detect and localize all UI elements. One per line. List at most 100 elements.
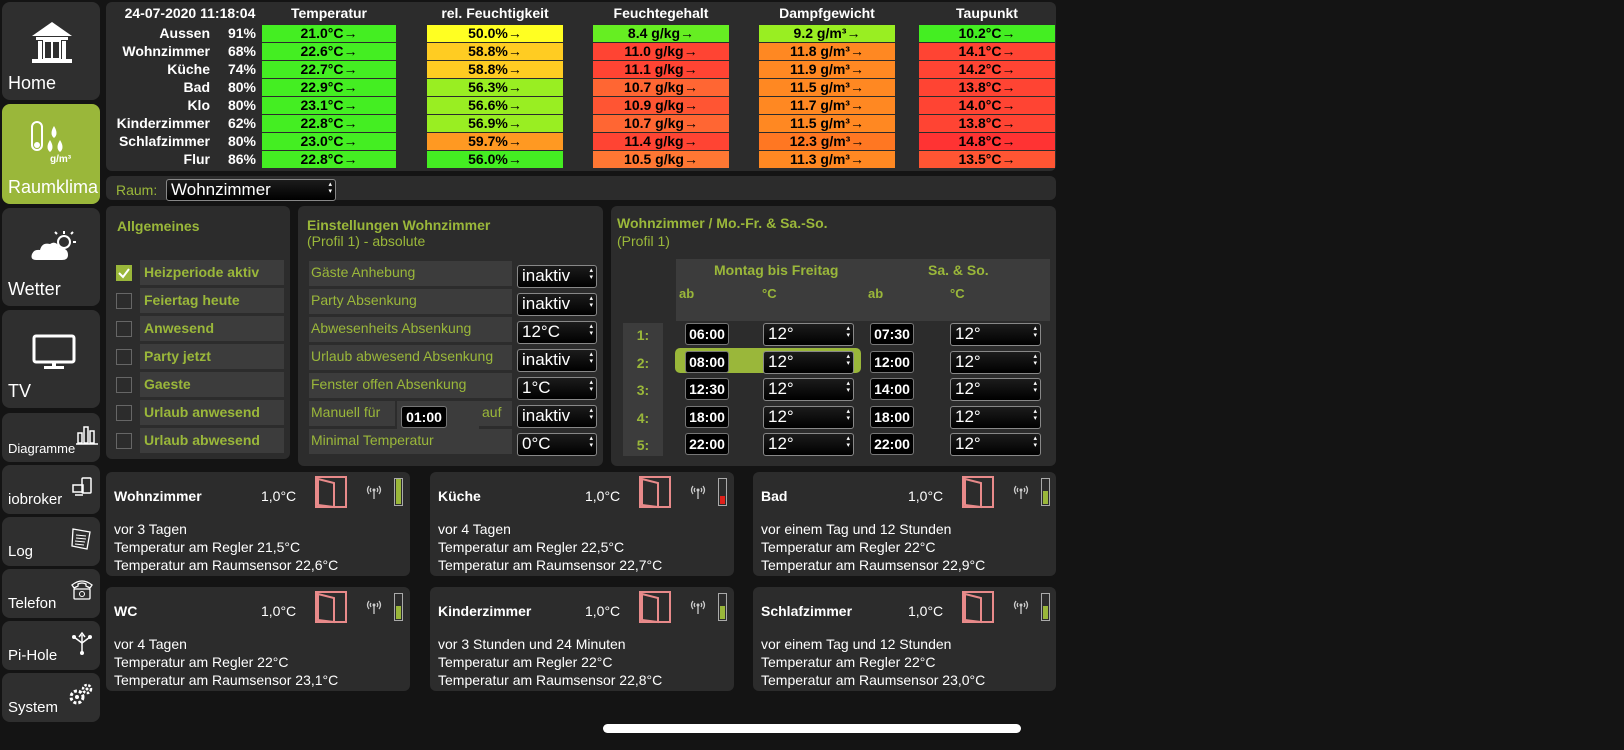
checkbox[interactable] — [116, 405, 132, 421]
setting-select[interactable]: 1°C — [517, 377, 597, 400]
schedule-row-number: 3: — [636, 382, 650, 398]
weekend-time-input[interactable]: 12:00 — [870, 350, 914, 373]
weekday-temp-select[interactable]: 12° — [763, 323, 854, 346]
checkbox[interactable] — [116, 321, 132, 337]
row-room-name: Aussen — [159, 25, 210, 41]
nav-raumklima[interactable]: g/m³ Raumklima — [2, 104, 100, 204]
nav-telefon[interactable]: Telefon — [2, 569, 100, 618]
cell-temp: 23.1°C→ — [262, 97, 396, 114]
nav-pihole[interactable]: Pi-Hole — [2, 621, 100, 670]
setting-select[interactable]: 12°C — [517, 321, 597, 344]
setting-select[interactable]: inaktiv — [517, 293, 597, 316]
card-last-update: vor 4 Tagen — [114, 636, 187, 652]
nav-iobroker[interactable]: iobroker — [2, 465, 100, 514]
row-room-name: Bad — [183, 79, 210, 95]
cell-temp: 22.9°C→ — [262, 79, 396, 96]
cell-fg: 8.4 g/kg→ — [593, 25, 729, 42]
checkbox[interactable] — [116, 293, 132, 309]
setting-select[interactable]: inaktiv — [517, 349, 597, 372]
checkbox[interactable] — [116, 265, 132, 281]
nav-log[interactable]: Log — [2, 517, 100, 566]
weekday-temp-select[interactable]: 12° — [763, 433, 854, 456]
checkbox-label[interactable]: Heizperiode aktiv — [140, 260, 284, 285]
weekday-temp-select[interactable]: 12° — [763, 378, 854, 401]
weekend-time-input[interactable]: 07:30 — [870, 323, 914, 345]
weekday-time-input[interactable]: 06:00 — [685, 323, 729, 345]
checkbox-label[interactable]: Urlaub anwesend — [140, 400, 284, 425]
weekend-temp-select[interactable]: 12° — [950, 350, 1041, 374]
card-regler-temp: Temperatur am Regler 22°C — [438, 654, 613, 670]
checkbox-label[interactable]: Urlaub abwesend — [140, 428, 284, 453]
nav-diagramme[interactable]: Diagramme — [2, 413, 100, 462]
weekend-time-input[interactable]: 14:00 — [870, 378, 914, 400]
room-select[interactable]: Wohnzimmer — [166, 179, 336, 201]
manual-time-input[interactable]: 01:00 — [401, 406, 447, 428]
cell-temp: 23.0°C→ — [262, 133, 396, 150]
room-card[interactable]: WC 1,0°C vor 4 Tagen Temperatur am Regle… — [106, 587, 410, 691]
battery-icon — [394, 478, 403, 506]
row-room-name: Küche — [167, 61, 210, 77]
row-percent: 68% — [227, 43, 256, 59]
card-last-update: vor 3 Stunden und 24 Minuten — [438, 636, 626, 652]
weekday-time-input[interactable]: 18:00 — [685, 405, 729, 428]
weekday-temp-select[interactable]: 12° — [763, 350, 854, 374]
room-card[interactable]: Schlafzimmer 1,0°C vor einem Tag und 12 … — [753, 587, 1056, 691]
weekend-temp-select[interactable]: 12° — [950, 405, 1041, 429]
room-card[interactable]: Bad 1,0°C vor einem Tag und 12 Stunden T… — [753, 472, 1056, 576]
weekday-time-input[interactable]: 22:00 — [685, 433, 729, 455]
weekend-temp-select[interactable]: 12° — [950, 433, 1041, 456]
nav-wetter[interactable]: Wetter — [2, 208, 100, 306]
nav-label: Telefon — [8, 595, 57, 612]
room-card[interactable]: Wohnzimmer 1,0°C vor 3 Tagen Temperatur … — [106, 472, 410, 576]
cell-dg: 11.7 g/m³→ — [759, 97, 895, 114]
check-icon — [118, 268, 130, 279]
weekend-time-input[interactable]: 22:00 — [870, 433, 914, 455]
setting-select[interactable]: inaktiv — [517, 265, 597, 288]
row-percent: 86% — [227, 151, 256, 167]
checkbox[interactable] — [116, 349, 132, 365]
home-indicator[interactable] — [603, 724, 1021, 733]
row-percent: 80% — [227, 79, 256, 95]
door-icon — [962, 591, 994, 624]
cell-rh: 56.6%→ — [427, 97, 563, 114]
weekend-temp-select[interactable]: 12° — [950, 378, 1041, 401]
header-temperatur: Temperatur — [291, 5, 367, 21]
cell-temp: 22.8°C→ — [262, 115, 396, 132]
checkbox-label[interactable]: Feiertag heute — [140, 288, 284, 313]
weekend-time-input[interactable]: 18:00 — [870, 405, 914, 428]
weather-icon — [31, 231, 76, 260]
setting-label: Party Absenkung — [309, 289, 512, 314]
nav-home[interactable]: Home — [2, 2, 100, 100]
cell-dg: 11.3 g/m³→ — [759, 151, 895, 168]
checkbox[interactable] — [116, 433, 132, 449]
setting-select[interactable]: inaktiv — [517, 405, 597, 428]
checkbox-label[interactable]: Anwesend — [140, 316, 284, 341]
setting-select[interactable]: 0°C — [517, 433, 597, 456]
weekend-temp-select[interactable]: 12° — [950, 323, 1041, 346]
cell-fg: 10.5 g/kg→ — [593, 151, 729, 168]
checkbox-label[interactable]: Party jetzt — [140, 344, 284, 369]
col-c-weekend: °C — [950, 286, 965, 301]
nav-system[interactable]: System — [2, 673, 100, 722]
nav-label: Diagramme — [8, 441, 76, 456]
unit-label: g/m³ — [50, 154, 72, 165]
checkbox[interactable] — [116, 377, 132, 393]
card-last-update: vor einem Tag und 12 Stunden — [761, 521, 952, 537]
weekday-time-input[interactable]: 08:00 — [685, 350, 729, 373]
room-card[interactable]: Kinderzimmer 1,0°C vor 3 Stunden und 24 … — [430, 587, 734, 691]
room-card[interactable]: Küche 1,0°C vor 4 Tagen Temperatur am Re… — [430, 472, 734, 576]
settings-title: Einstellungen Wohnzimmer — [307, 217, 491, 233]
cell-tp: 14.8°C→ — [919, 133, 1055, 150]
row-percent: 91% — [227, 25, 256, 41]
nav-label: Home — [8, 73, 57, 93]
weekday-temp-select[interactable]: 12° — [763, 405, 854, 429]
checkbox-label[interactable]: Gaeste — [140, 372, 284, 397]
nav-tv[interactable]: TV — [2, 310, 100, 408]
schedule-subtitle: (Profil 1) — [617, 233, 670, 249]
col-c-weekday: °C — [762, 286, 777, 301]
card-temperature: 1,0°C — [585, 488, 621, 504]
weekday-time-input[interactable]: 12:30 — [685, 378, 729, 400]
card-last-update: vor einem Tag und 12 Stunden — [761, 636, 952, 652]
header-taupunkt: Taupunkt — [956, 5, 1018, 21]
door-icon — [639, 591, 671, 624]
